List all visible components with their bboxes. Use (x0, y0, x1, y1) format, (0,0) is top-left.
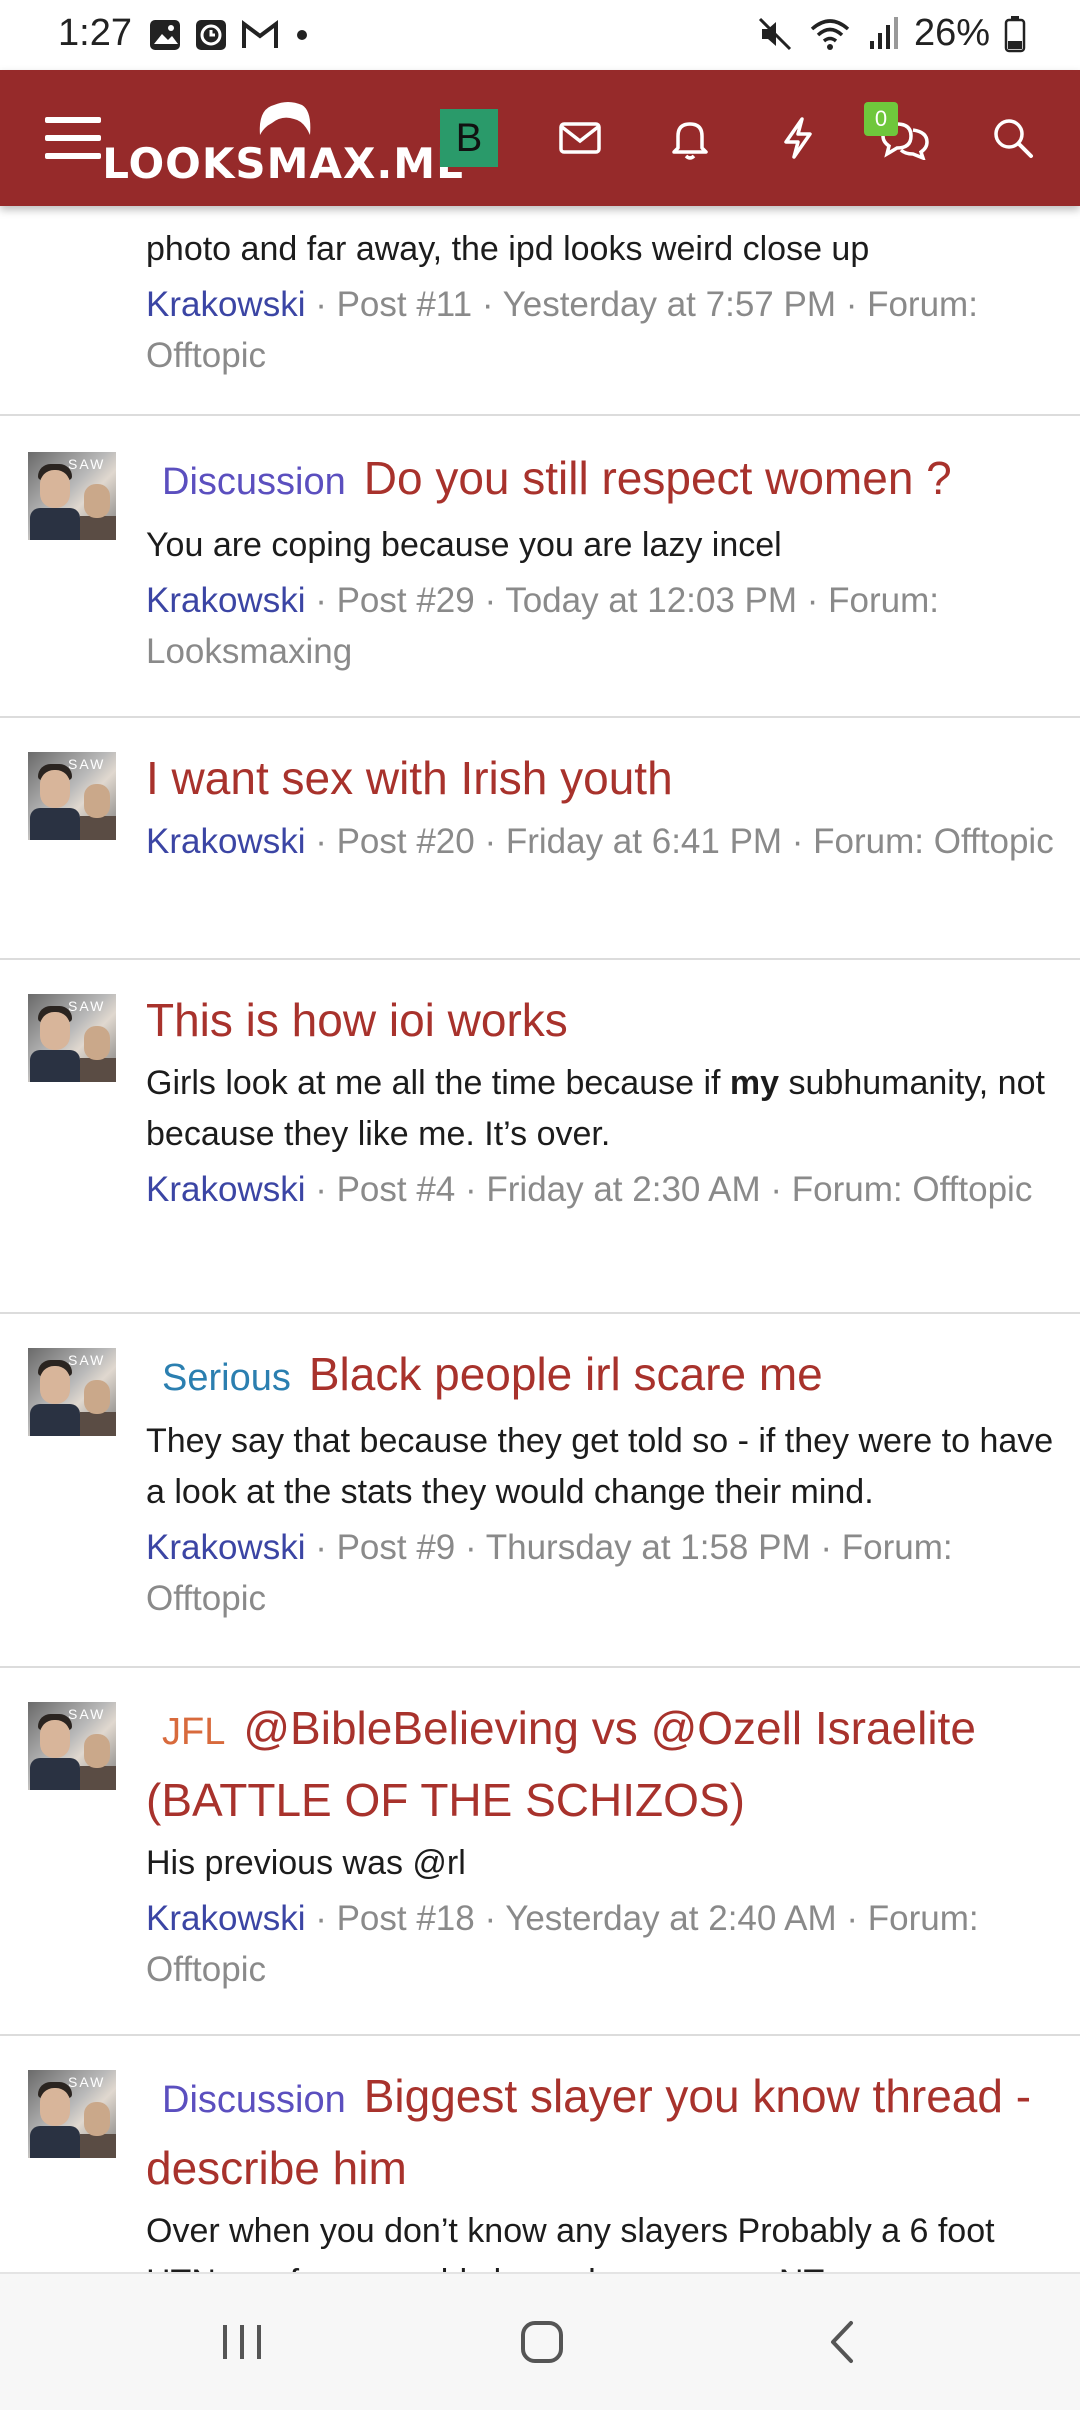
list-item[interactable]: SAW Discussion Biggest slayer you know th… (0, 2036, 1080, 2272)
post-title-line[interactable]: Serious Black people irl scare me (146, 1340, 1054, 1412)
list-item[interactable]: SAW Discussion Do you still respect women… (0, 416, 1080, 718)
avatar[interactable]: SAW (28, 2070, 116, 2158)
post-title[interactable]: Do you still respect women ? (364, 452, 952, 504)
post-meta: Krakowski · Post #29 · Today at 12:03 PM… (146, 575, 1054, 677)
logo-text: LOOKSMAX.ME (102, 138, 466, 188)
dot-icon (297, 30, 307, 40)
search-button[interactable] (978, 70, 1048, 206)
avatar[interactable]: SAW (28, 1702, 116, 1790)
list-item[interactable]: SAW This is how ioi works Girls look at … (0, 960, 1080, 1314)
post-author-link[interactable]: Krakowski (146, 581, 305, 620)
gmail-icon (242, 20, 278, 48)
app-header: LOOKSMAX.ME B 0 (0, 70, 1080, 206)
status-left-icons (148, 18, 312, 52)
post-meta-details: · Post #20 · Friday at 6:41 PM · Forum: … (305, 822, 1054, 861)
status-time: 1:27 (58, 12, 132, 54)
post-snippet: They say that because they get told so -… (146, 1422, 1054, 1511)
thread-prefix[interactable]: Discussion (162, 461, 346, 503)
thread-prefix[interactable]: Discussion (162, 2079, 346, 2121)
back-button[interactable] (764, 2274, 924, 2410)
clock-icon (196, 20, 226, 50)
mute-icon (758, 17, 791, 50)
post-title[interactable]: I want sex with Irish youth (146, 744, 1054, 812)
list-item[interactable]: SAW I want sex with Irish youth Krakowsk… (0, 718, 1080, 960)
post-meta: Krakowski · Post #11 · Yesterday at 7:57… (146, 279, 1054, 381)
hamburger-icon (45, 117, 101, 159)
snippet-highlight: my (729, 1064, 780, 1102)
post-author-link[interactable]: Krakowski (146, 285, 305, 324)
search-icon (994, 119, 1033, 158)
post-meta: Krakowski · Post #18 · Yesterday at 2:40… (146, 1893, 1054, 1995)
whats-new-button[interactable] (766, 70, 830, 206)
post-snippet: photo and far away, the ipd looks weird … (146, 230, 870, 268)
bell-icon (672, 122, 708, 160)
system-nav-bar (0, 2272, 1080, 2410)
post-author-link[interactable]: Krakowski (146, 1170, 305, 1209)
post-snippet: You are coping because you are lazy ince… (146, 526, 782, 564)
status-bar: 1:27 26% (0, 0, 1080, 70)
battery-icon (1004, 15, 1026, 52)
avatar[interactable]: SAW (28, 1348, 116, 1436)
inbox-button[interactable] (548, 70, 612, 206)
avatar[interactable]: SAW (28, 452, 116, 540)
post-author-link[interactable]: Krakowski (146, 822, 305, 861)
conversations-button[interactable] (870, 70, 940, 206)
post-meta: Krakowski · Post #4 · Friday at 2:30 AM … (146, 1164, 1054, 1215)
lightning-icon (784, 117, 812, 159)
post-meta: Krakowski · Post #20 · Friday at 6:41 PM… (146, 816, 1054, 867)
signal-icon (869, 16, 898, 49)
alerts-button[interactable] (658, 70, 722, 206)
status-right-icons: 26% (756, 12, 1026, 55)
post-title-line[interactable]: Discussion Do you still respect women ? (146, 444, 1054, 516)
list-item[interactable]: SAW JFL @BibleBelieving vs @Ozell Israeli… (0, 1668, 1080, 2036)
post-author-link[interactable]: Krakowski (146, 1528, 305, 1567)
post-snippet: Girls look at me all the time because if… (146, 1058, 1054, 1160)
avatar[interactable]: SAW (28, 994, 116, 1082)
back-icon (831, 2321, 853, 2363)
post-snippet: Over when you don’t know any slayers Pro… (146, 2212, 995, 2272)
home-button[interactable] (462, 2274, 622, 2410)
list-item[interactable]: SAW Serious Black people irl scare me The… (0, 1314, 1080, 1668)
battery-percent: 26% (913, 12, 990, 54)
post-author-link[interactable]: Krakowski (146, 1899, 305, 1938)
thread-prefix[interactable]: Serious (162, 1357, 291, 1399)
post-title[interactable]: This is how ioi works (146, 986, 1054, 1054)
recents-icon (223, 2325, 261, 2359)
list-item[interactable]: photo and far away, the ipd looks weird … (0, 206, 1080, 416)
post-title[interactable]: @BibleBelieving vs @Ozell Israelite (BAT… (146, 1702, 976, 1826)
hair-logo-icon (259, 101, 311, 135)
post-title[interactable]: Black people irl scare me (309, 1348, 823, 1400)
image-icon (150, 20, 180, 50)
home-icon (521, 2321, 563, 2363)
avatar: B (440, 109, 498, 167)
post-title-line[interactable]: JFL @BibleBelieving vs @Ozell Israelite (… (146, 1694, 1054, 1834)
account-button[interactable]: B (440, 70, 498, 206)
search-results-list: photo and far away, the ipd looks weird … (0, 206, 1080, 2272)
thread-prefix[interactable]: JFL (162, 1711, 225, 1753)
post-meta: Krakowski · Post #9 · Thursday at 1:58 P… (146, 1522, 1054, 1624)
envelope-icon (559, 122, 601, 154)
avatar[interactable]: SAW (28, 752, 116, 840)
conversations-count-badge: 0 (864, 102, 898, 136)
site-logo[interactable]: LOOKSMAX.ME (102, 70, 465, 206)
recents-button[interactable] (162, 2274, 322, 2410)
post-snippet: His previous was @rl (146, 1844, 466, 1882)
post-title-line[interactable]: Discussion Biggest slayer you know thread… (146, 2062, 1054, 2202)
snippet-text: Girls look at me all the time because if (146, 1064, 730, 1102)
wifi-icon (810, 18, 850, 50)
post-meta-details: · Post #4 · Friday at 2:30 AM · Forum: O… (305, 1170, 1033, 1209)
